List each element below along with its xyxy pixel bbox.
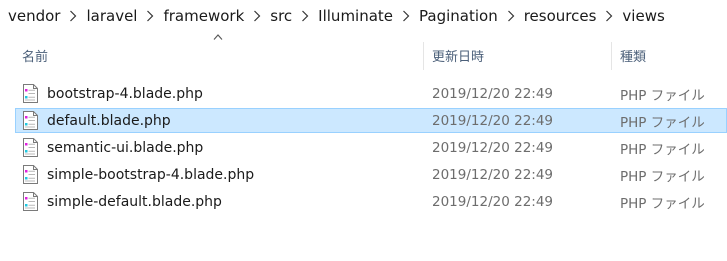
php-file-icon	[23, 165, 38, 184]
breadcrumb-item-pagination[interactable]: Pagination	[417, 7, 500, 25]
breadcrumb-item-framework[interactable]: framework	[161, 7, 246, 25]
file-type: PHP ファイル	[620, 141, 705, 158]
column-divider[interactable]	[423, 42, 424, 70]
php-file-icon	[23, 111, 38, 130]
file-type: PHP ファイル	[620, 114, 705, 131]
php-file-icon	[23, 138, 38, 157]
file-type: PHP ファイル	[620, 87, 705, 104]
file-name[interactable]: bootstrap-4.blade.php	[47, 82, 203, 105]
chevron-right-icon[interactable]	[139, 10, 161, 22]
file-row[interactable]: simple-default.blade.php 2019/12/20 22:4…	[15, 189, 727, 214]
file-row[interactable]: bootstrap-4.blade.php 2019/12/20 22:49 P…	[15, 81, 727, 106]
file-date: 2019/12/20 22:49	[432, 193, 554, 210]
chevron-right-icon[interactable]	[395, 10, 417, 22]
file-date: 2019/12/20 22:49	[432, 85, 554, 102]
column-header: 名前 更新日時 種類	[0, 34, 727, 70]
file-name[interactable]: semantic-ui.blade.php	[47, 136, 203, 159]
file-name[interactable]: default.blade.php	[47, 109, 171, 132]
breadcrumb-item-views[interactable]: views	[620, 7, 666, 25]
file-date: 2019/12/20 22:49	[432, 112, 554, 129]
breadcrumb-item-vendor[interactable]: vendor	[0, 7, 62, 25]
breadcrumb-item-illuminate[interactable]: Illuminate	[316, 7, 395, 25]
php-file-icon	[23, 84, 38, 103]
chevron-right-icon[interactable]	[294, 10, 316, 22]
file-name[interactable]: simple-default.blade.php	[47, 190, 222, 213]
column-header-name[interactable]: 名前	[22, 40, 420, 70]
file-name[interactable]: simple-bootstrap-4.blade.php	[47, 163, 254, 186]
file-type: PHP ファイル	[620, 195, 705, 212]
php-file-icon	[23, 192, 38, 211]
file-date: 2019/12/20 22:49	[432, 139, 554, 156]
file-row[interactable]: semantic-ui.blade.php 2019/12/20 22:49 P…	[15, 135, 727, 160]
file-date: 2019/12/20 22:49	[432, 166, 554, 183]
breadcrumb-item-src[interactable]: src	[268, 7, 294, 25]
breadcrumb-item-laravel[interactable]: laravel	[84, 7, 139, 25]
chevron-right-icon[interactable]	[500, 10, 522, 22]
column-header-date[interactable]: 更新日時	[432, 40, 608, 70]
file-type: PHP ファイル	[620, 168, 705, 185]
breadcrumb: vendor laravel framework src Illuminate …	[0, 0, 727, 32]
column-divider[interactable]	[611, 42, 612, 70]
chevron-right-icon[interactable]	[246, 10, 268, 22]
chevron-right-icon[interactable]	[62, 10, 84, 22]
breadcrumb-item-resources[interactable]: resources	[522, 7, 599, 25]
chevron-right-icon[interactable]	[598, 10, 620, 22]
file-row-selected[interactable]: default.blade.php 2019/12/20 22:49 PHP フ…	[15, 108, 727, 133]
column-header-type[interactable]: 種類	[620, 40, 720, 70]
file-row[interactable]: simple-bootstrap-4.blade.php 2019/12/20 …	[15, 162, 727, 187]
